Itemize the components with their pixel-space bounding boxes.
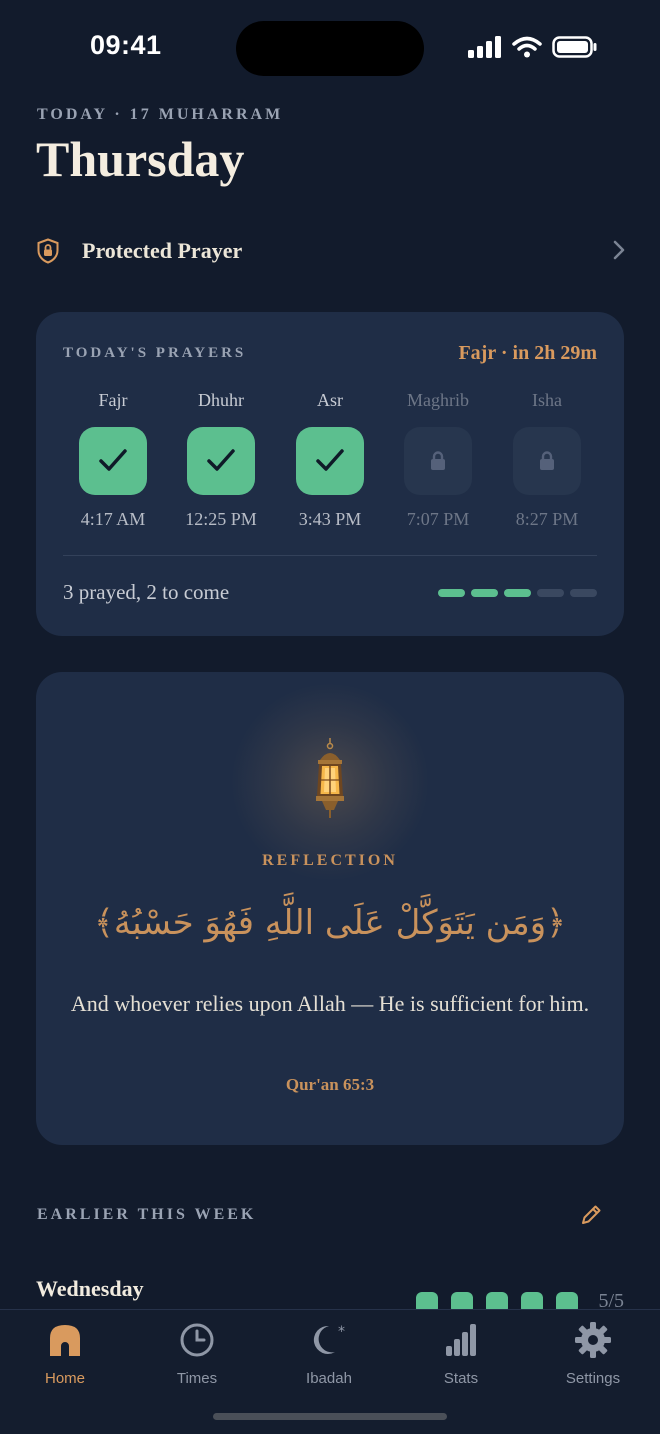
lock-icon xyxy=(431,451,445,470)
prayer-summary: 3 prayed, 2 to come xyxy=(63,580,230,604)
next-prayer-countdown: Fajr · in 2h 29m xyxy=(458,342,597,364)
home-icon xyxy=(50,1325,80,1356)
reflection-card[interactable]: REFLECTION ﴿وَمَن يَتَوَكَّلْ عَلَى اللَ… xyxy=(36,672,624,1145)
battery-icon xyxy=(552,36,597,58)
section-title: EARLIER THIS WEEK xyxy=(37,1206,257,1223)
clock-icon xyxy=(180,1323,214,1357)
tab-label: Ibadah xyxy=(306,1370,352,1387)
progress-segment xyxy=(438,589,465,597)
prayer-dhuhr[interactable]: Dhuhr 12:25 PM xyxy=(171,390,271,530)
arabic-verse: ﴿وَمَن يَتَوَكَّلْ عَلَى اللَّهِ فَهُوَ … xyxy=(93,903,567,943)
prayer-time: 7:07 PM xyxy=(406,509,470,529)
tab-label: Times xyxy=(176,1370,218,1387)
prayer-name: Maghrib xyxy=(407,390,469,410)
gear-icon xyxy=(575,1322,611,1358)
status-bar: 09:41 xyxy=(0,0,660,96)
svg-text:*: * xyxy=(338,1324,345,1340)
chevron-right-icon xyxy=(613,240,625,260)
crescent-star-icon: * xyxy=(313,1324,345,1354)
protected-prayer-label: Protected Prayer xyxy=(82,238,243,263)
prayer-fajr[interactable]: Fajr 4:17 AM xyxy=(63,390,163,530)
check-icon xyxy=(316,449,344,471)
prayer-name: Fajr xyxy=(98,390,128,410)
lantern-icon xyxy=(316,738,344,818)
progress-segment xyxy=(471,589,498,597)
progress-segment xyxy=(570,589,597,597)
prayer-locked-maghrib xyxy=(404,427,472,495)
tab-ibadah[interactable]: * Ibadah xyxy=(274,1320,384,1387)
status-icons xyxy=(468,36,598,58)
week-row-wednesday[interactable]: Wednesday 5/5 xyxy=(36,1270,626,1314)
wifi-icon xyxy=(512,36,542,58)
prayer-checkbox-dhuhr[interactable] xyxy=(187,427,255,495)
week-day: Wednesday xyxy=(36,1276,144,1301)
check-icon xyxy=(207,449,235,471)
prayer-progress-indicator xyxy=(438,589,597,597)
prayer-asr[interactable]: Asr 3:43 PM xyxy=(280,390,380,530)
progress-segment xyxy=(504,589,531,597)
date-line: TODAY · 17 MUHARRAM xyxy=(37,106,284,123)
prayer-name: Asr xyxy=(317,390,343,410)
prayer-time: 4:17 AM xyxy=(80,509,146,529)
tab-times[interactable]: Times xyxy=(142,1320,252,1387)
shield-lock-icon xyxy=(37,238,59,264)
prayer-name: Isha xyxy=(532,390,562,410)
prayer-name: Dhuhr xyxy=(198,390,244,410)
protected-prayer-row[interactable]: Protected Prayer xyxy=(36,226,626,276)
tab-label: Stats xyxy=(443,1370,479,1387)
home-indicator xyxy=(213,1413,447,1420)
lock-icon xyxy=(540,451,554,470)
tab-stats[interactable]: Stats xyxy=(406,1320,516,1387)
prayer-time: 12:25 PM xyxy=(185,509,257,529)
tab-label: Home xyxy=(44,1370,85,1387)
prayer-time: 3:43 PM xyxy=(298,509,362,529)
tab-label: Settings xyxy=(565,1370,621,1387)
tab-settings[interactable]: Settings xyxy=(538,1320,648,1387)
prayer-checkbox-fajr[interactable] xyxy=(79,427,147,495)
check-icon xyxy=(99,449,127,471)
dynamic-island xyxy=(236,21,424,76)
signal-icon xyxy=(468,36,501,58)
verse-translation: And whoever relies upon Allah — He is su… xyxy=(70,991,590,1016)
prayer-locked-isha xyxy=(513,427,581,495)
reflection-label: REFLECTION xyxy=(262,852,398,869)
edit-pencil-icon[interactable] xyxy=(578,1202,604,1228)
verse-citation: Qur'an 65:3 xyxy=(285,1075,375,1094)
progress-segment xyxy=(537,589,564,597)
bar-chart-icon xyxy=(446,1324,476,1356)
todays-prayers-card: TODAY'S PRAYERS Fajr · in 2h 29m Fajr 4:… xyxy=(36,312,624,636)
status-time: 09:41 xyxy=(90,30,162,60)
prayer-isha: Isha 8:27 PM xyxy=(497,390,597,530)
prayers-card-label: TODAY'S PRAYERS xyxy=(63,345,247,361)
prayer-checkbox-asr[interactable] xyxy=(296,427,364,495)
page-title: Thursday xyxy=(36,131,245,187)
tab-home[interactable]: Home xyxy=(10,1320,120,1387)
divider xyxy=(63,555,597,556)
prayer-time: 8:27 PM xyxy=(515,509,579,529)
prayer-maghrib: Maghrib 7:07 PM xyxy=(388,390,488,530)
